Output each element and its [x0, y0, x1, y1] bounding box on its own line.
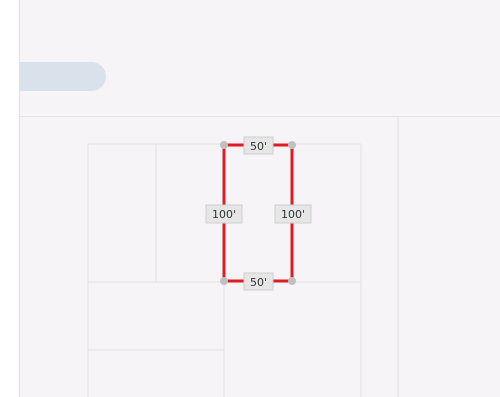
corner-handle[interactable] — [220, 277, 228, 285]
corner-handle[interactable] — [288, 277, 296, 285]
app-window: 50' 50' 100' 100' — [0, 0, 500, 397]
corner-handle[interactable] — [220, 141, 228, 149]
corner-handle[interactable] — [288, 141, 296, 149]
dimension-label-left: 100' — [205, 204, 243, 224]
dimension-label-bottom: 50' — [243, 272, 274, 291]
dimension-bottom-text: 50' — [250, 276, 267, 289]
dimension-right-text: 100' — [281, 208, 305, 221]
dimension-top-text: 50' — [250, 140, 267, 153]
dimension-label-right: 100' — [274, 204, 312, 224]
parcel-lines — [87, 117, 399, 397]
selected-plot[interactable]: 50' 50' 100' 100' — [205, 136, 312, 291]
dimension-label-top: 50' — [243, 136, 274, 155]
map-overlay[interactable]: 50' 50' 100' 100' — [0, 0, 500, 397]
dimension-left-text: 100' — [212, 208, 236, 221]
